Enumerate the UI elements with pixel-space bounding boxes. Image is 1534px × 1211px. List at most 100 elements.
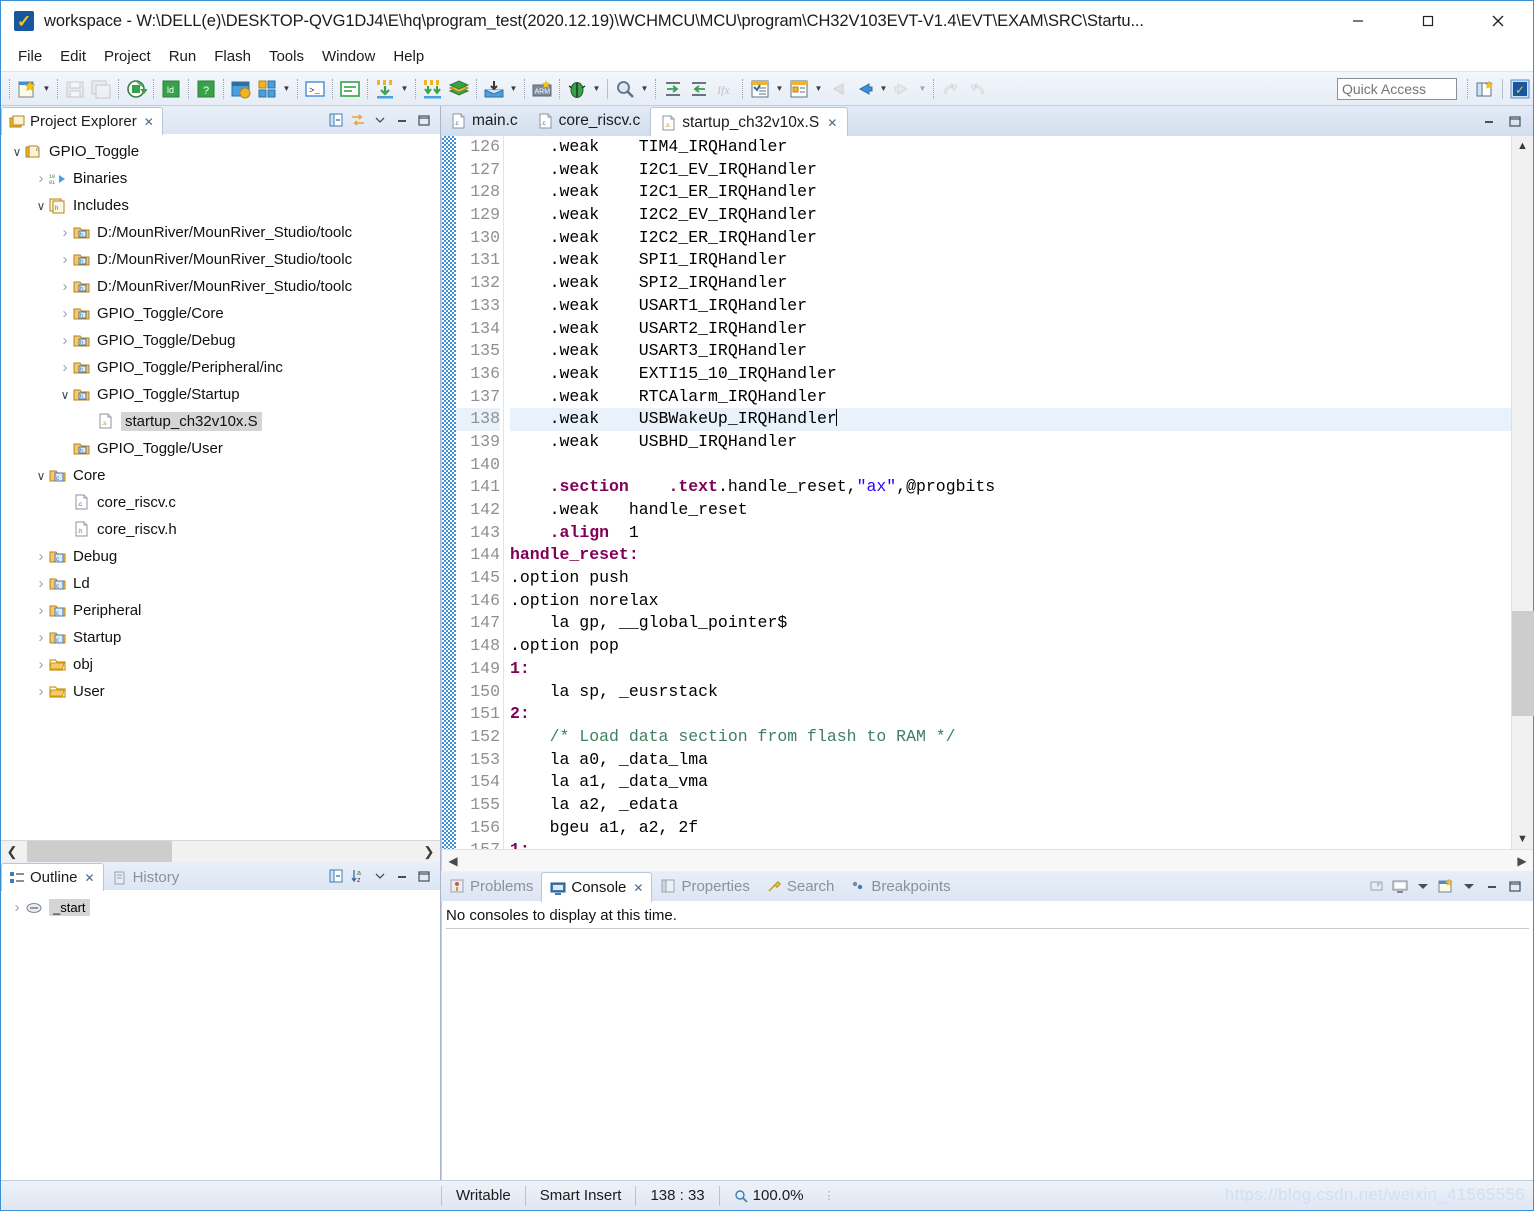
code-line[interactable]: .weak TIM4_IRQHandler xyxy=(510,136,1511,159)
tree-item[interactable]: ∨ c Core xyxy=(1,462,440,489)
sort-icon[interactable]: az xyxy=(350,868,366,884)
tree-item[interactable]: › c Ld xyxy=(1,570,440,597)
menu-run[interactable]: Run xyxy=(160,45,206,68)
maximize-icon[interactable] xyxy=(1507,878,1523,894)
last-edit-dropdown-icon[interactable]: ▼ xyxy=(773,78,786,100)
status-zoom[interactable]: 100.0% xyxy=(718,1185,818,1206)
code-line[interactable]: .weak USART2_IRQHandler xyxy=(510,318,1511,341)
tree-item[interactable]: › h D:/MounRiver/MounRiver_Studio/toolc xyxy=(1,246,440,273)
scroll-left-icon[interactable]: ◀ xyxy=(442,854,464,868)
code-line[interactable]: .weak USART3_IRQHandler xyxy=(510,340,1511,363)
minimize-button[interactable] xyxy=(1323,1,1393,42)
tab-breakpoints[interactable]: Breakpoints xyxy=(842,871,958,901)
code-line[interactable]: .section .text.handle_reset,"ax",@progbi… xyxy=(510,476,1511,499)
code-text[interactable]: .weak TIM4_IRQHandler .weak I2C1_EV_IRQH… xyxy=(504,136,1511,849)
open-perspective-icon[interactable] xyxy=(1474,78,1496,100)
tab-history[interactable]: History xyxy=(104,863,189,891)
code-line[interactable]: .weak I2C1_EV_IRQHandler xyxy=(510,159,1511,182)
code-line[interactable]: 1: xyxy=(510,839,1511,849)
next-annotation-icon[interactable] xyxy=(662,78,684,100)
chevron-right-icon[interactable]: › xyxy=(57,359,73,376)
tree-item[interactable]: › c Startup xyxy=(1,624,440,651)
code-line[interactable]: .align 1 xyxy=(510,522,1511,545)
chevron-right-icon[interactable]: › xyxy=(57,278,73,295)
scroll-up-icon[interactable]: ▲ xyxy=(1517,136,1528,156)
download-all-icon[interactable] xyxy=(422,78,444,100)
annotation-ruler[interactable] xyxy=(442,136,456,849)
import-dropdown-icon[interactable]: ▼ xyxy=(507,78,520,100)
chevron-down-icon[interactable]: ∨ xyxy=(33,469,49,483)
tab-project-explorer[interactable]: Project Explorer ✕ xyxy=(1,107,163,135)
minimize-icon[interactable] xyxy=(394,868,410,884)
code-line[interactable] xyxy=(510,454,1511,477)
tab-console[interactable]: Console ✕ xyxy=(541,872,653,902)
code-line[interactable]: .option pop xyxy=(510,635,1511,658)
chevron-down-icon[interactable]: ∨ xyxy=(33,199,49,213)
import-icon[interactable] xyxy=(483,78,505,100)
menu-edit[interactable]: Edit xyxy=(51,45,95,68)
tree-item[interactable]: ∨ h GPIO_Toggle/Startup xyxy=(1,381,440,408)
tab-properties[interactable]: Properties xyxy=(652,871,757,901)
download-dropdown-icon[interactable]: ▼ xyxy=(398,78,411,100)
tree-item[interactable]: › h D:/MounRiver/MounRiver_Studio/toolc xyxy=(1,273,440,300)
search-icon[interactable] xyxy=(614,78,636,100)
build-id-icon[interactable]: ld xyxy=(160,78,182,100)
menu-flash[interactable]: Flash xyxy=(205,45,260,68)
chevron-right-icon[interactable]: › xyxy=(57,332,73,349)
code-line[interactable]: 1: xyxy=(510,658,1511,681)
collapse-all-icon[interactable] xyxy=(328,112,344,128)
tab-problems[interactable]: Problems xyxy=(441,871,541,901)
code-line[interactable]: .weak USBHD_IRQHandler xyxy=(510,431,1511,454)
minimize-icon[interactable] xyxy=(1484,878,1500,894)
code-line[interactable]: .option norelax xyxy=(510,590,1511,613)
code-line[interactable]: .option push xyxy=(510,567,1511,590)
code-line[interactable]: .weak I2C2_ER_IRQHandler xyxy=(510,227,1511,250)
console-icon[interactable] xyxy=(339,78,361,100)
code-line[interactable]: .weak SPI1_IRQHandler xyxy=(510,249,1511,272)
menu-file[interactable]: File xyxy=(9,45,51,68)
library-icon[interactable] xyxy=(448,78,470,100)
code-line[interactable]: .weak handle_reset xyxy=(510,499,1511,522)
code-line[interactable]: 2: xyxy=(510,703,1511,726)
tree-item[interactable]: ∨ c GPIO_Toggle xyxy=(1,138,440,165)
refresh-icon[interactable] xyxy=(125,78,147,100)
tab-outline[interactable]: Outline ✕ xyxy=(1,863,104,891)
view-menu-icon[interactable] xyxy=(372,112,388,128)
hscroll-thumb[interactable] xyxy=(27,840,172,863)
code-line[interactable]: bgeu a1, a2, 2f xyxy=(510,817,1511,840)
open-type-icon[interactable] xyxy=(788,78,810,100)
tree-item[interactable]: › c Debug xyxy=(1,543,440,570)
chevron-down-icon[interactable]: ∨ xyxy=(57,388,73,402)
project-explorer-hscrollbar[interactable]: ❮ ❯ xyxy=(1,840,440,863)
code-line[interactable]: la a0, _data_lma xyxy=(510,749,1511,772)
search-dropdown-icon[interactable]: ▼ xyxy=(638,78,651,100)
back-icon[interactable] xyxy=(853,78,875,100)
editor-hscrollbar[interactable]: ◀ ▶ xyxy=(441,849,1533,871)
code-line[interactable]: .weak USART1_IRQHandler xyxy=(510,295,1511,318)
menu-window[interactable]: Window xyxy=(313,45,384,68)
menu-help[interactable]: Help xyxy=(384,45,433,68)
tab-main-c[interactable]: .c main.c xyxy=(441,106,528,136)
chevron-right-icon[interactable]: › xyxy=(57,251,73,268)
chevron-right-icon[interactable]: › xyxy=(33,656,49,673)
code-viewport[interactable]: 126 127 128 129 130 131 132 133 134 135 136 137 138 1… xyxy=(456,136,1511,849)
close-icon[interactable]: ✕ xyxy=(85,871,95,885)
last-edit-location-icon[interactable] xyxy=(749,78,771,100)
hscroll-track[interactable] xyxy=(23,840,418,863)
chevron-right-icon[interactable]: › xyxy=(33,683,49,700)
open-type-dropdown-icon[interactable]: ▼ xyxy=(812,78,825,100)
tab-startup-ch32v10x-s[interactable]: .s startup_ch32v10x.S ✕ xyxy=(650,107,849,137)
debug-dropdown-icon[interactable]: ▼ xyxy=(590,78,603,100)
tree-item[interactable]: › User xyxy=(1,678,440,705)
maximize-icon[interactable] xyxy=(416,112,432,128)
tree-item[interactable]: › h GPIO_Toggle/Debug xyxy=(1,327,440,354)
tree-item[interactable]: .h core_riscv.h xyxy=(1,516,440,543)
outline-tree[interactable]: › _start xyxy=(1,890,440,1180)
view-menu-icon[interactable] xyxy=(372,868,388,884)
code-line[interactable]: la a2, _edata xyxy=(510,794,1511,817)
build-project-icon[interactable] xyxy=(256,78,278,100)
arm-icon[interactable]: ARM xyxy=(531,78,553,100)
chevron-right-icon[interactable]: › xyxy=(33,170,49,187)
new-wizard-icon[interactable] xyxy=(16,78,38,100)
close-button[interactable] xyxy=(1463,1,1533,42)
